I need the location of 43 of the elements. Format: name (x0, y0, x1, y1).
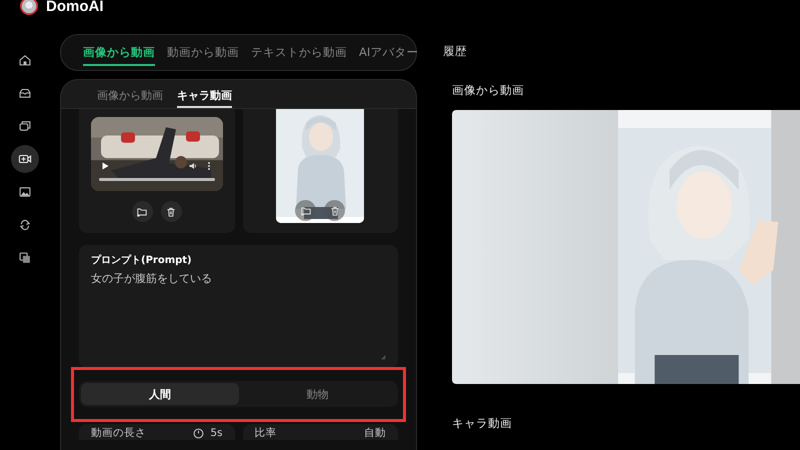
delete-button[interactable] (324, 200, 346, 221)
brand-name: DomoAI (46, 0, 104, 14)
overlapping-squares-icon (18, 251, 32, 265)
tab[interactable]: 画像から動画 (83, 39, 155, 66)
prompt-text: 女の子が腹筋をしている (91, 271, 213, 286)
progress-track[interactable] (98, 178, 215, 181)
tab[interactable]: 画像から動画 (97, 88, 163, 108)
delete-button[interactable] (160, 201, 182, 222)
tab[interactable]: AIアバター (359, 39, 418, 66)
tab[interactable]: テキストから動画 (251, 39, 347, 66)
setting-label: 動画の長さ (91, 426, 146, 440)
tab[interactable]: 動画から動画 (167, 39, 239, 66)
section-title: 履歴 (443, 44, 468, 59)
clock-icon (193, 428, 204, 438)
trash-icon (165, 206, 178, 218)
field-label: プロンプト(Prompt) (91, 253, 193, 267)
arrows-cycle-icon (18, 218, 32, 232)
stacked-squares-icon (18, 119, 32, 133)
section-heading: キャラ動画 (452, 416, 513, 431)
image-icon (18, 185, 32, 199)
folder-icon (136, 206, 148, 218)
home-icon (18, 53, 32, 67)
volume-button[interactable] (186, 160, 199, 172)
segment-option[interactable]: 動物 (238, 383, 396, 405)
setting-value: 5s (210, 427, 222, 439)
folder-button[interactable] (132, 201, 153, 222)
video-plus-icon (18, 152, 32, 166)
folder-button[interactable] (295, 200, 316, 221)
section-heading: 画像から動画 (452, 83, 525, 98)
play-icon (100, 161, 110, 171)
sidebar-button[interactable] (11, 145, 39, 173)
speaker-icon (188, 161, 198, 171)
setting-card[interactable]: 比率 自動 (242, 424, 398, 440)
setting-label: 比率 (254, 426, 276, 440)
resize-handle-icon (380, 354, 386, 360)
prompt-field[interactable]: プロンプト(Prompt) 女の子が腹筋をしている (79, 245, 398, 368)
logo-icon (20, 0, 38, 15)
segment-option[interactable]: 人間 (81, 383, 238, 405)
inbox-icon (18, 86, 32, 100)
trash-icon (328, 204, 341, 216)
setting-card[interactable]: 動画の長さ 5s (79, 424, 234, 440)
setting-value: 自動 (364, 426, 386, 440)
folder-icon (300, 204, 312, 216)
